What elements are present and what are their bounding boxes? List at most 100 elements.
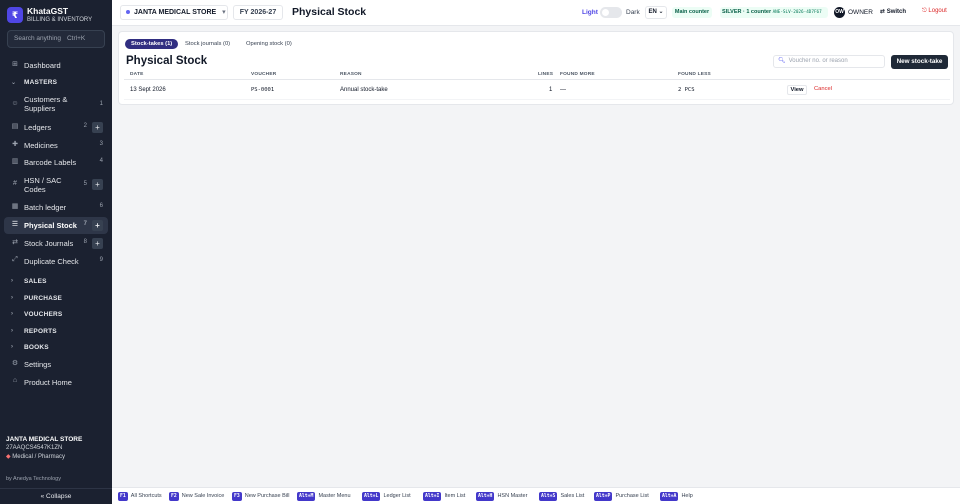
header-divider	[124, 79, 950, 80]
nav-group-books[interactable]: › BOOKS	[4, 341, 108, 355]
sidebar-item-barcode-labels[interactable]: ▥ Barcode Labels 4	[4, 154, 108, 171]
brand-subtitle: BILLING & INVENTORY	[27, 17, 93, 23]
cell-voucher[interactable]: PS-0001	[251, 87, 274, 93]
sidebar-item-hsn-sac-codes[interactable]: # HSN / SAC Codes 5 +	[4, 174, 108, 196]
shortcut-purchase-list[interactable]: Alt+P Purchase List	[594, 492, 649, 501]
column-header-found-less[interactable]: FOUND LESS	[678, 72, 711, 77]
shortcut-key: Alt+L	[362, 492, 381, 501]
cell-reason: Annual stock-take	[340, 87, 388, 93]
sidebar-item-stock-journals[interactable]: ⇄ Stock Journals 8 +	[4, 235, 108, 252]
column-header-lines[interactable]: LINES	[538, 72, 553, 77]
shortcut-all-shortcuts[interactable]: F1 All Shortcuts	[118, 492, 162, 501]
shortcut-new-purchase-bill[interactable]: F3 New Purchase Bill	[232, 492, 289, 501]
shortcut-help[interactable]: Alt+A Help	[660, 492, 693, 501]
shortcut-new-sale-invoice[interactable]: F2 New Sale Invoice	[169, 492, 224, 501]
sidebar-item-ledgers[interactable]: ▤ Ledgers 2 +	[4, 119, 108, 136]
switch-button[interactable]: ⇄ Switch	[880, 8, 906, 15]
theme-light-label[interactable]: Light	[582, 9, 598, 16]
nav-group-purchase[interactable]: › PURCHASE	[4, 292, 108, 306]
theme-dark-label[interactable]: Dark	[626, 9, 640, 16]
brand-name: KhataGST	[27, 6, 69, 16]
view-button[interactable]: View	[787, 85, 807, 95]
chevron-down-icon: ⌄	[658, 9, 664, 15]
shortcut-label: Master Menu	[318, 493, 351, 499]
shortcut-label: All Shortcuts	[130, 493, 162, 499]
sidebar-item-medicines[interactable]: ✚ Medicines 3	[4, 137, 108, 154]
sidebar-item-label: HSN / SAC Codes	[24, 176, 62, 194]
tab-stock-journals[interactable]: Stock journals (0)	[179, 39, 236, 49]
batch-icon: ▦	[11, 203, 19, 210]
add-hsn-plus-icon[interactable]: +	[92, 179, 103, 190]
sidebar-item-product-home[interactable]: ⌂ Product Home	[4, 374, 108, 391]
fiscal-year-selector[interactable]: FY 2026-27	[233, 5, 283, 20]
row-divider	[124, 99, 950, 100]
chevron-right-icon: ›	[11, 328, 13, 334]
cell-found-less: 2 PCS	[678, 87, 695, 93]
add-ledger-plus-icon[interactable]: +	[92, 122, 103, 133]
hash-icon: #	[13, 180, 17, 187]
shortcut-ledger-list[interactable]: Alt+L Ledger List	[362, 492, 411, 501]
nav-group-vouchers[interactable]: › VOUCHERS	[4, 308, 108, 322]
nav-group-reports[interactable]: › REPORTS	[4, 325, 108, 339]
home-icon: ⌂	[12, 377, 18, 384]
column-header-voucher[interactable]: VOUCHER	[251, 72, 276, 77]
sidebar-item-duplicate-check[interactable]: ⤢ Duplicate Check 9	[4, 253, 108, 270]
sidebar-item-label: Physical Stock	[24, 221, 77, 230]
cell-lines: 1	[549, 87, 553, 93]
search-placeholder: Voucher no. or reason	[788, 58, 848, 64]
sidebar-item-customers-suppliers[interactable]: ☺ Customers & Suppliers 1	[4, 95, 108, 115]
shortcut-item-list[interactable]: Alt+I Item List	[423, 492, 465, 501]
sidebar-item-settings[interactable]: ⚙ Settings	[4, 356, 108, 373]
shortcut-master-menu[interactable]: Alt+M Master Menu	[297, 492, 351, 501]
logout-button[interactable]: ⎋ Logout	[922, 8, 947, 15]
sidebar-item-label: Batch ledger	[24, 203, 67, 212]
sidebar-item-physical-stock[interactable]: ☰ Physical Stock 7 +	[4, 217, 108, 234]
shortcut-number: 9	[99, 257, 103, 263]
sidebar-item-batch-ledger[interactable]: ▦ Batch ledger 6	[4, 199, 108, 216]
shortcut-key: F3	[232, 492, 242, 501]
shortcut-hsn-master[interactable]: Alt+H HSN Master	[476, 492, 527, 501]
shortcut-number: 1	[99, 101, 103, 107]
nav-group-masters[interactable]: ⌄ MASTERS	[4, 76, 108, 90]
shortcut-key: F2	[169, 492, 179, 501]
brand[interactable]: ₹ KhataGST BILLING & INVENTORY	[7, 6, 107, 28]
new-stock-take-button[interactable]: New stock-take	[891, 55, 948, 69]
shortcut-number: 7	[83, 221, 87, 227]
column-header-date[interactable]: DATE	[130, 72, 144, 77]
nav-group-label: MASTERS	[24, 79, 58, 86]
tab-stock-takes[interactable]: Stock-takes (1)	[125, 39, 179, 49]
store-name: JANTA MEDICAL STORE	[6, 436, 83, 443]
nav-group-sales[interactable]: › SALES	[4, 275, 108, 289]
voucher-search-input[interactable]: 🔍︎ Voucher no. or reason	[773, 55, 885, 68]
nav-group-label: BOOKS	[24, 344, 49, 351]
chevron-right-icon: ›	[11, 344, 13, 350]
vendor-credit: by Anedya Technology	[6, 476, 61, 482]
collapse-sidebar-button[interactable]: « Collapse	[0, 488, 112, 504]
shortcut-key: Alt+P	[594, 492, 613, 501]
avatar[interactable]: OW	[834, 7, 845, 18]
chevron-right-icon: ›	[11, 311, 13, 317]
merge-icon: ⤢	[12, 256, 18, 263]
sidebar-item-dashboard[interactable]: ⊞ Dashboard	[4, 57, 108, 74]
tab-opening-stock[interactable]: Opening stock (0)	[240, 39, 298, 49]
sidebar-item-label: Duplicate Check	[24, 257, 79, 266]
store-selector[interactable]: JANTA MEDICAL STORE ▾	[120, 5, 228, 20]
sidebar-item-label: Dashboard	[24, 61, 61, 70]
shortcut-sales-list[interactable]: Alt+S Sales List	[539, 492, 584, 501]
shortcut-key: Alt+S	[539, 492, 558, 501]
cancel-button[interactable]: Cancel	[814, 86, 832, 92]
language-selector[interactable]: EN ⌄	[645, 6, 667, 19]
shortcut-number: 2	[83, 123, 87, 129]
add-stock-journal-plus-icon[interactable]: +	[92, 238, 103, 249]
column-header-reason[interactable]: REASON	[340, 72, 362, 77]
column-header-found-more[interactable]: FOUND MORE	[560, 72, 595, 77]
add-physical-stock-plus-icon[interactable]: +	[92, 220, 103, 231]
theme-toggle[interactable]	[600, 7, 622, 18]
sidebar-search[interactable]: Search anything Ctrl+K	[7, 30, 105, 48]
sidebar-item-label: Settings	[24, 360, 52, 369]
users-icon: ☺	[11, 100, 19, 107]
language-label: EN	[648, 9, 657, 15]
medicine-icon: ✚	[12, 141, 18, 148]
shortcut-number: 8	[83, 239, 87, 245]
search-icon: 🔍︎	[778, 58, 786, 64]
